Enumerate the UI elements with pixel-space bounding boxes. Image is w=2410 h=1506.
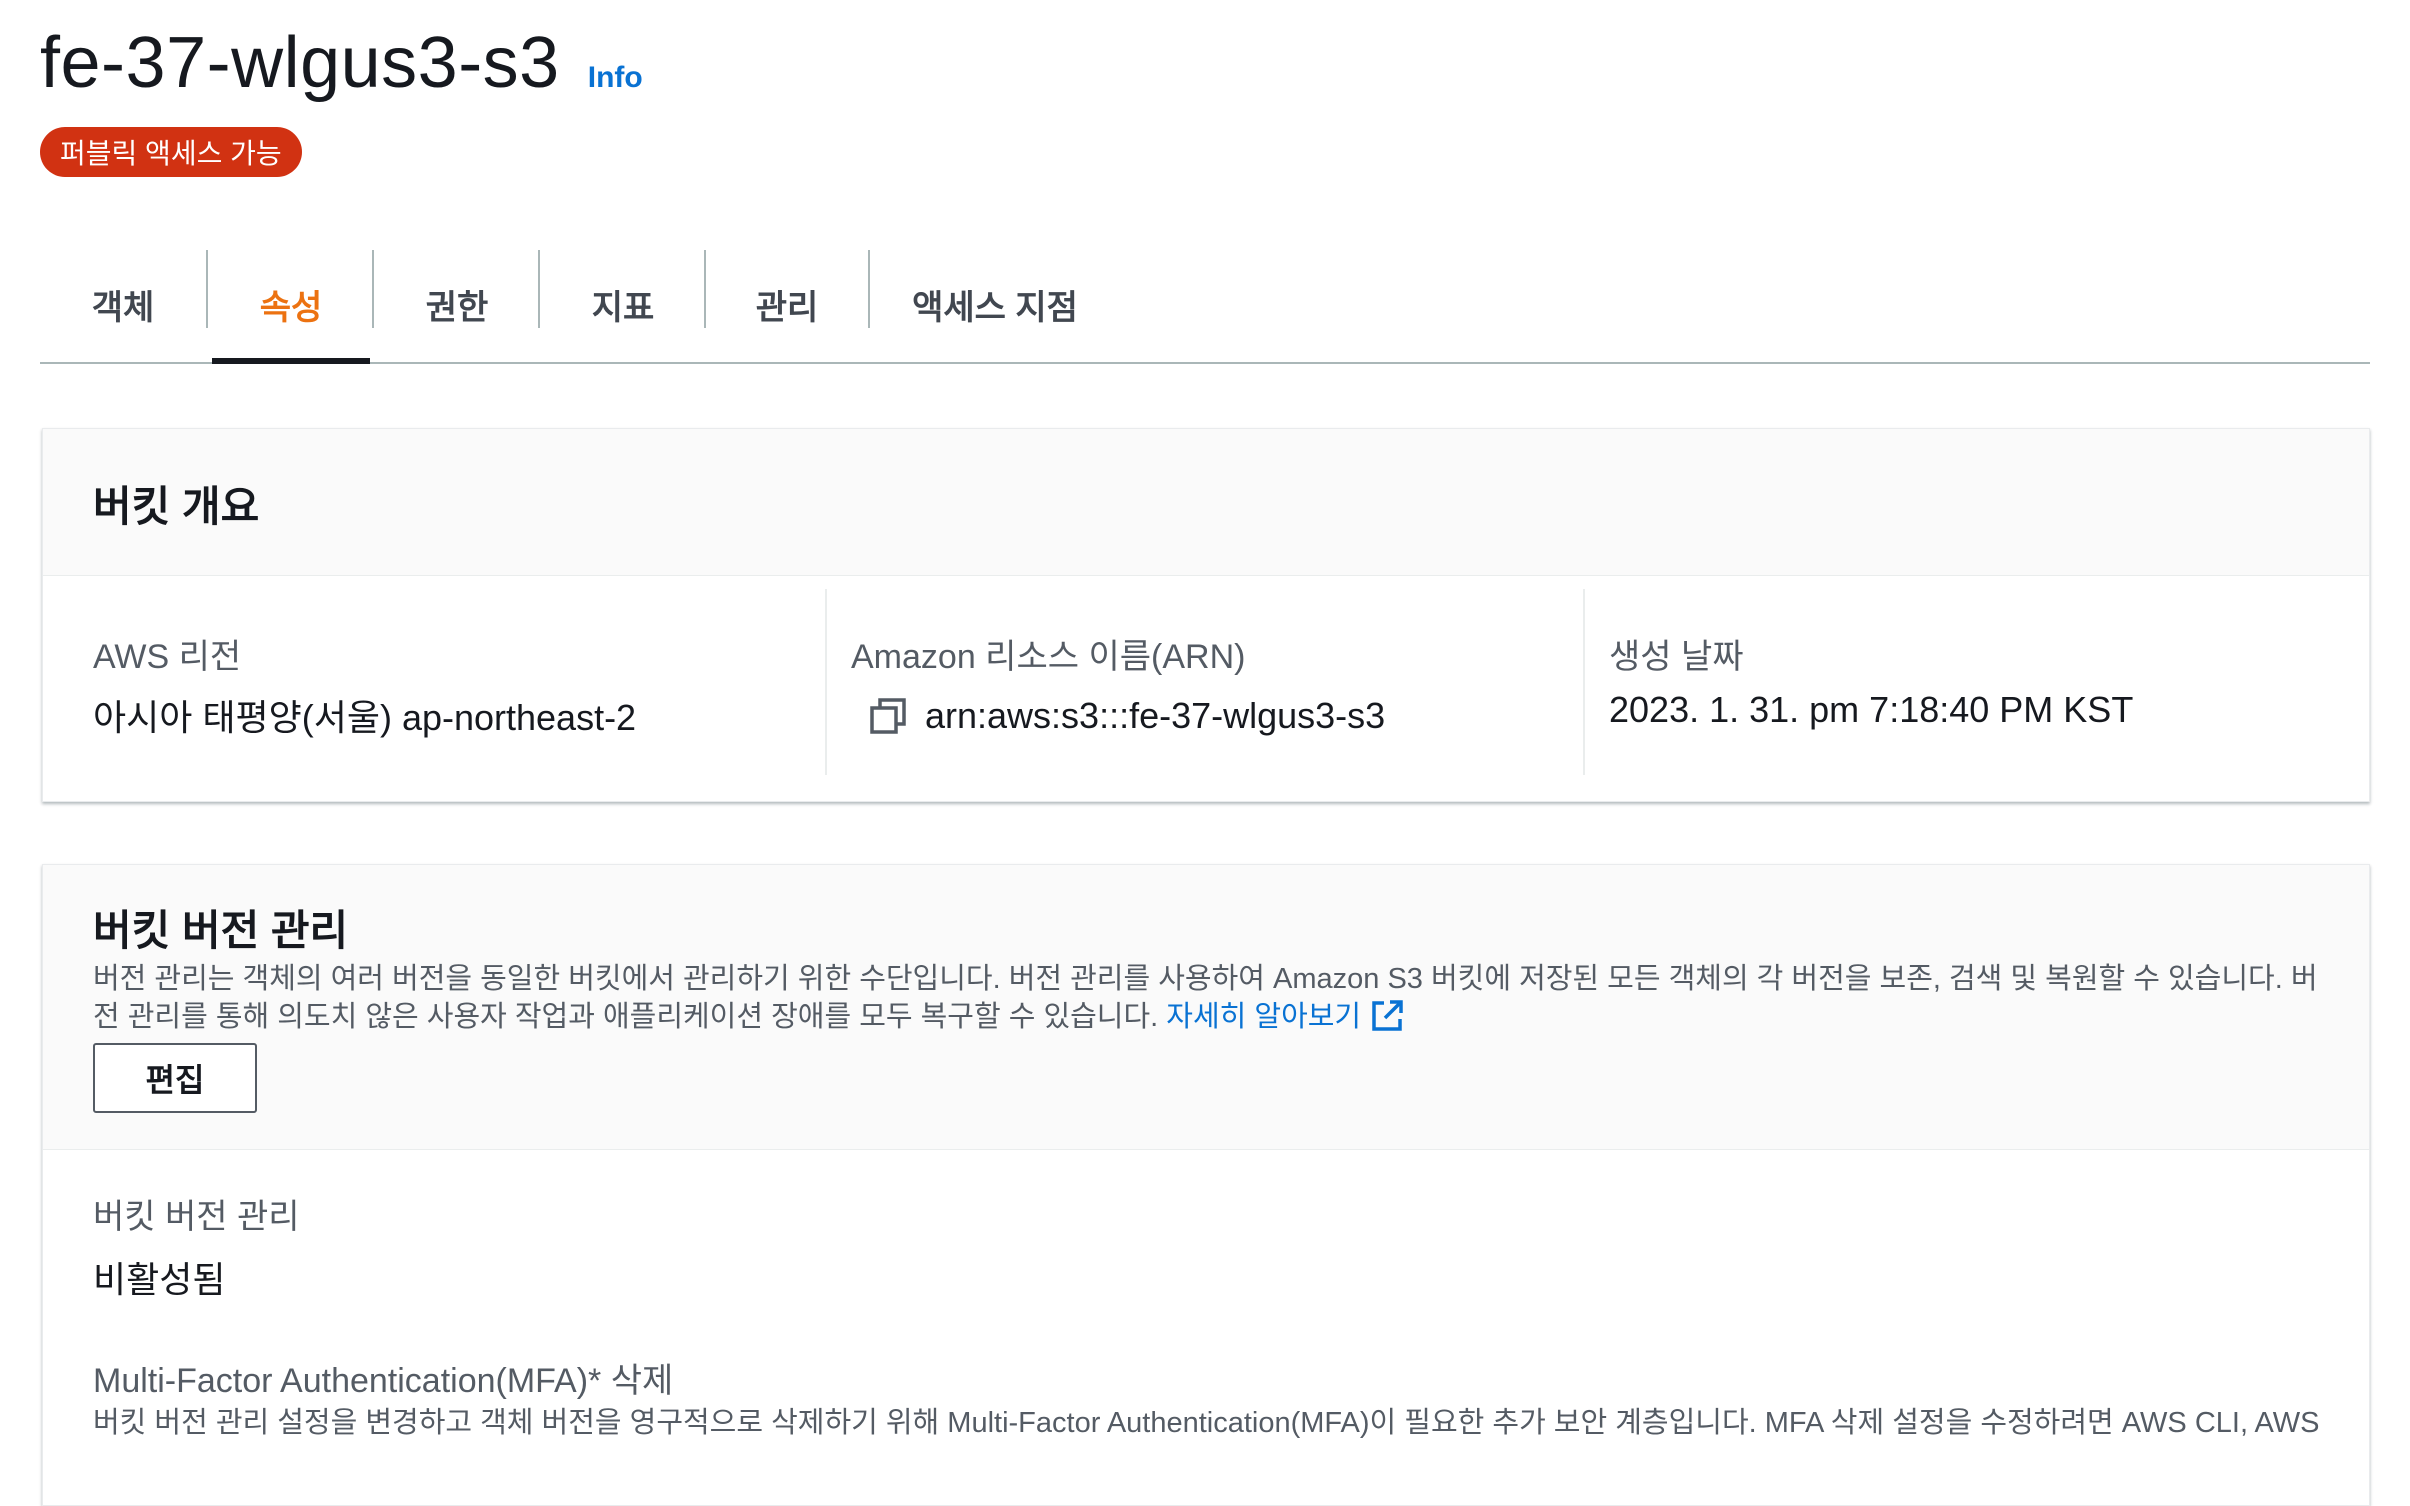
panel-header: 버킷 버전 관리 버전 관리는 객체의 여러 버전을 동일한 버킷에서 관리하기…	[43, 865, 2369, 1150]
created-column: 생성 날짜 2023. 1. 31. pm 7:18:40 PM KST	[1609, 589, 2329, 775]
bucket-overview-title: 버킷 개요	[93, 483, 260, 530]
tab-permissions[interactable]: 권한	[374, 246, 540, 362]
bucket-versioning-title: 버킷 버전 관리	[93, 907, 349, 954]
tab-objects[interactable]: 객체	[40, 246, 206, 362]
bucket-overview-panel: 버킷 개요 AWS 리전 아시아 태평양(서울) ap-northeast-2 …	[42, 428, 2370, 802]
tab-properties[interactable]: 속성	[208, 246, 374, 364]
versioning-description: 버전 관리는 객체의 여러 버전을 동일한 버킷에서 관리하기 위한 수단입니다…	[93, 961, 2333, 1036]
tab-bar: 객체 속성 권한 지표 관리 액세스 지점	[40, 246, 2370, 364]
page-title-row: fe-37-wlgus3-s3 Info	[40, 22, 643, 104]
tab-metrics[interactable]: 지표	[540, 246, 706, 362]
created-label: 생성 날짜	[1609, 638, 1744, 676]
bucket-properties-page: fe-37-wlgus3-s3 Info 퍼블릭 액세스 가능 객체 속성 권한…	[0, 0, 2410, 1506]
versioning-status-label: 버킷 버전 관리	[93, 1198, 300, 1236]
mfa-delete-label: Multi-Factor Authentication(MFA)* 삭제	[93, 1362, 674, 1400]
mfa-delete-description: 버킷 버전 관리 설정을 변경하고 객체 버전을 영구적으로 삭제하기 위해 M…	[93, 1407, 2320, 1439]
arn-row: arn:aws:s3:::fe-37-wlgus3-s3	[869, 695, 1385, 737]
learn-more-link[interactable]: 자세히 알아보기	[1166, 1001, 1361, 1033]
created-value: 2023. 1. 31. pm 7:18:40 PM KST	[1609, 689, 2134, 730]
page-title: fe-37-wlgus3-s3	[40, 23, 560, 103]
region-label: AWS 리전	[93, 638, 242, 676]
column-divider	[1583, 589, 1585, 775]
region-value: 아시아 태평양(서울) ap-northeast-2	[93, 697, 637, 738]
copy-icon[interactable]	[869, 697, 907, 735]
arn-label: Amazon 리소스 이름(ARN)	[851, 638, 1246, 676]
tab-access-points[interactable]: 액세스 지점	[870, 246, 1120, 362]
arn-column: Amazon 리소스 이름(ARN) arn:aws:s3:::fe-37-wl…	[851, 589, 1571, 775]
public-access-badge: 퍼블릭 액세스 가능	[40, 127, 302, 177]
arn-value: arn:aws:s3:::fe-37-wlgus3-s3	[925, 695, 1386, 736]
column-divider	[825, 589, 827, 775]
versioning-status-value: 비활성됨	[93, 1259, 226, 1300]
info-link[interactable]: Info	[588, 61, 643, 95]
tab-management[interactable]: 관리	[704, 246, 870, 362]
region-column: AWS 리전 아시아 태평양(서울) ap-northeast-2	[93, 589, 793, 775]
panel-header: 버킷 개요	[43, 429, 2369, 576]
edit-button[interactable]: 편집	[93, 1043, 257, 1113]
external-link-icon[interactable]	[1369, 998, 1405, 1034]
bucket-versioning-panel: 버킷 버전 관리 버전 관리는 객체의 여러 버전을 동일한 버킷에서 관리하기…	[42, 864, 2370, 1506]
